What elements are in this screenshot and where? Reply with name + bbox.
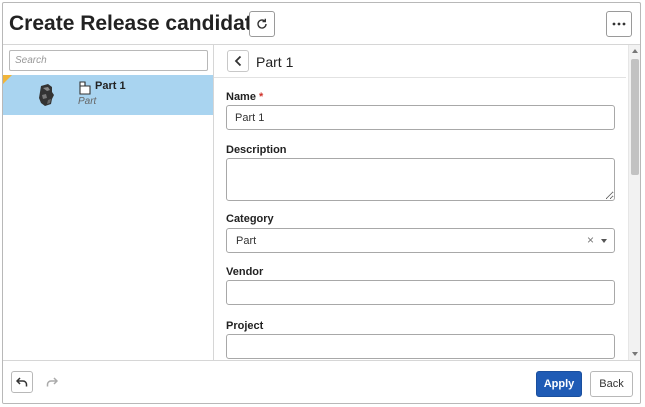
back-button[interactable]: Back bbox=[590, 371, 633, 397]
category-label: Category bbox=[226, 213, 274, 225]
part-thumbnail bbox=[39, 84, 54, 106]
category-select[interactable]: Part × bbox=[226, 228, 615, 253]
description-field[interactable] bbox=[226, 158, 615, 201]
panel-title: Part 1 bbox=[256, 54, 294, 70]
project-field[interactable] bbox=[226, 334, 615, 359]
status-flag bbox=[3, 75, 12, 84]
required-mark: * bbox=[259, 91, 264, 103]
divider bbox=[214, 77, 626, 78]
properties-panel: Part 1 Name * Description Category Part … bbox=[214, 45, 640, 360]
more-options-button[interactable] bbox=[606, 11, 632, 37]
part-icon bbox=[79, 81, 91, 95]
dialog-footer: Apply Back bbox=[3, 360, 640, 403]
project-label: Project bbox=[226, 320, 264, 332]
category-value: Part bbox=[236, 235, 257, 247]
refresh-icon bbox=[257, 18, 267, 29]
scroll-down-icon[interactable] bbox=[632, 352, 638, 356]
vendor-label: Vendor bbox=[226, 266, 264, 278]
item-name: Part 1 bbox=[95, 80, 126, 92]
items-panel: Part 1 Part bbox=[3, 45, 214, 360]
scroll-up-icon[interactable] bbox=[632, 49, 638, 53]
vendor-field[interactable] bbox=[226, 280, 615, 305]
caret-down-icon[interactable] bbox=[601, 239, 607, 243]
redo-button[interactable] bbox=[41, 371, 63, 393]
undo-icon bbox=[16, 377, 28, 387]
search-input[interactable] bbox=[9, 50, 208, 71]
clear-icon[interactable]: × bbox=[587, 233, 594, 247]
redo-icon bbox=[46, 377, 58, 387]
dialog-title: Create Release candidate bbox=[9, 12, 264, 35]
back-nav-button[interactable] bbox=[227, 50, 249, 72]
apply-button[interactable]: Apply bbox=[536, 371, 582, 397]
name-field[interactable] bbox=[226, 105, 615, 130]
refresh-button[interactable] bbox=[249, 11, 275, 37]
dialog-header: Create Release candidate bbox=[3, 3, 640, 45]
undo-button[interactable] bbox=[11, 371, 33, 393]
name-label-text: Name bbox=[226, 91, 256, 103]
chevron-left-icon bbox=[234, 55, 242, 67]
name-label: Name * bbox=[226, 91, 263, 103]
create-release-dialog: Create Release candidate Search Part 1 P… bbox=[2, 2, 641, 404]
list-item[interactable]: Part 1 Part bbox=[3, 75, 213, 115]
scroll-thumb[interactable] bbox=[631, 59, 639, 175]
more-horizontal-icon bbox=[612, 22, 626, 26]
item-type: Part bbox=[78, 96, 97, 107]
scrollbar[interactable] bbox=[628, 45, 640, 360]
description-label: Description bbox=[226, 144, 287, 156]
